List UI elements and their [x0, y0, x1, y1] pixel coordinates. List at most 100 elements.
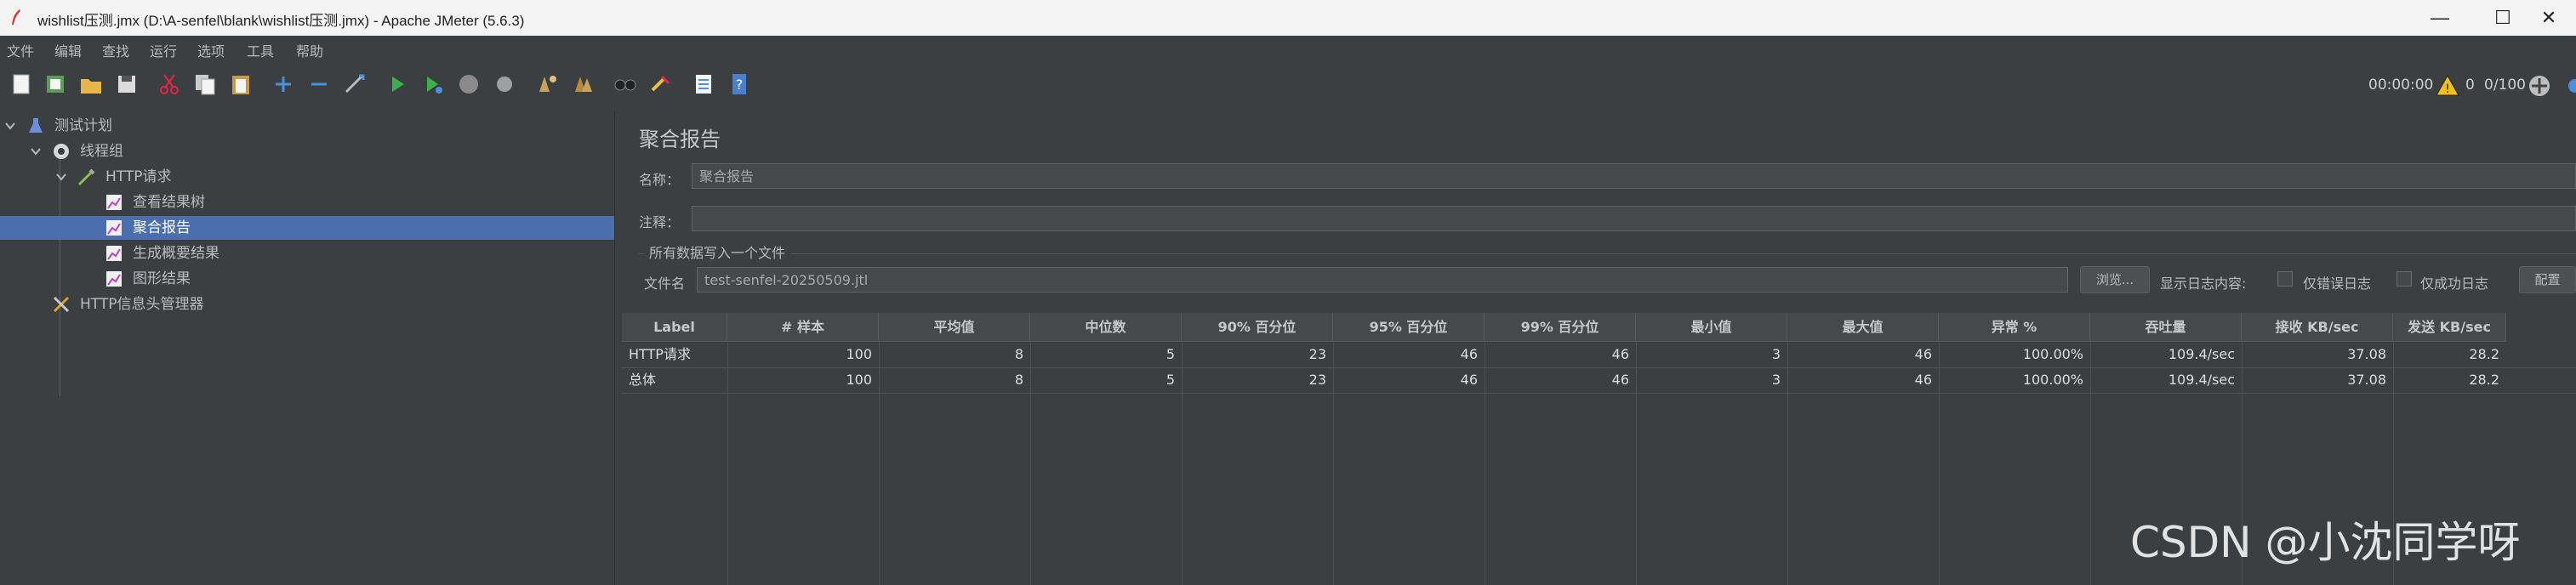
- table-cell[interactable]: 100.00%: [1939, 342, 2090, 367]
- collapse-icon[interactable]: [306, 71, 332, 97]
- filename-field[interactable]: test-senfel-20250509.jtl: [697, 267, 2068, 292]
- name-label: 名称：: [639, 172, 681, 188]
- help-icon[interactable]: ?: [727, 71, 752, 97]
- stop-icon[interactable]: [456, 71, 482, 97]
- table-cell[interactable]: 46: [1333, 367, 1485, 393]
- menu-edit[interactable]: 编辑: [54, 40, 82, 60]
- expand-icon[interactable]: [271, 71, 296, 97]
- tree-node-view-results-tree[interactable]: 查看结果树: [0, 190, 614, 214]
- tree-node-http-request[interactable]: HTTP请求: [0, 165, 614, 189]
- function-helper-icon[interactable]: [691, 71, 716, 97]
- search-icon[interactable]: [613, 71, 638, 97]
- tree-node-test-plan[interactable]: 测试计划: [0, 114, 614, 138]
- comment-label: 注释：: [639, 214, 681, 230]
- column-header[interactable]: 接收 KB/sec: [2242, 313, 2393, 342]
- column-header[interactable]: Label: [622, 313, 727, 342]
- table-cell[interactable]: 总体: [622, 367, 727, 393]
- comment-field[interactable]: [692, 206, 2576, 231]
- column-header[interactable]: 异常 %: [1939, 313, 2090, 342]
- success-only-label: 仅成功日志: [2420, 275, 2489, 292]
- table-cell[interactable]: HTTP请求: [622, 342, 727, 367]
- column-header[interactable]: 平均值: [879, 313, 1030, 342]
- remote-start-icon[interactable]: [2527, 73, 2552, 99]
- errors-only-label: 仅错误日志: [2303, 275, 2372, 292]
- save-icon[interactable]: [114, 71, 140, 97]
- tree-node-summary-report[interactable]: 生成概要结果: [0, 241, 614, 265]
- menu-help[interactable]: 帮助: [296, 40, 323, 60]
- name-field[interactable]: 聚合报告: [692, 163, 2576, 189]
- table-cell[interactable]: 109.4/sec: [2090, 367, 2242, 393]
- remote-status-icon: [2559, 73, 2576, 99]
- warning-icon[interactable]: !: [2435, 73, 2460, 99]
- column-header[interactable]: 95% 百分位: [1333, 313, 1485, 342]
- table-cell[interactable]: 100: [727, 342, 879, 367]
- menu-options[interactable]: 选项: [197, 40, 225, 60]
- chevron-down-icon[interactable]: [5, 121, 15, 131]
- column-header[interactable]: 90% 百分位: [1182, 313, 1333, 342]
- table-cell[interactable]: 5: [1030, 342, 1182, 367]
- menu-run[interactable]: 运行: [150, 40, 177, 60]
- menu-tools[interactable]: 工具: [247, 40, 274, 60]
- table-cell[interactable]: 46: [1333, 342, 1485, 367]
- watermark: CSDN @小沈同学呀: [2130, 518, 2521, 567]
- menu-search[interactable]: 查找: [102, 40, 129, 60]
- paste-icon[interactable]: [228, 71, 254, 97]
- success-only-checkbox[interactable]: [2396, 271, 2412, 287]
- clear-all-icon[interactable]: [570, 71, 596, 97]
- table-cell[interactable]: 100.00%: [1939, 367, 2090, 393]
- shutdown-icon[interactable]: [492, 71, 517, 97]
- elapsed-timer: 00:00:00: [2368, 77, 2434, 94]
- column-header[interactable]: 最大值: [1787, 313, 1939, 342]
- table-cell[interactable]: 46: [1787, 342, 1939, 367]
- toggle-icon[interactable]: [342, 71, 368, 97]
- close-button[interactable]: ✕: [2523, 3, 2574, 32]
- open-icon[interactable]: [78, 71, 104, 97]
- menu-file[interactable]: 文件: [7, 40, 34, 60]
- copy-icon[interactable]: [192, 71, 218, 97]
- start-icon[interactable]: [385, 71, 410, 97]
- column-header[interactable]: 99% 百分位: [1485, 313, 1636, 342]
- table-cell[interactable]: 28.2: [2393, 367, 2506, 393]
- maximize-button[interactable]: ☐: [2477, 3, 2528, 32]
- table-cell[interactable]: 37.08: [2242, 367, 2393, 393]
- table-cell[interactable]: 37.08: [2242, 342, 2393, 367]
- reset-search-icon[interactable]: [648, 71, 674, 97]
- column-header[interactable]: 吞吐量: [2090, 313, 2242, 342]
- minimize-button[interactable]: —: [2414, 3, 2465, 32]
- clear-icon[interactable]: [534, 71, 560, 97]
- configure-button[interactable]: 配置: [2519, 266, 2576, 293]
- column-header[interactable]: 最小值: [1636, 313, 1787, 342]
- cut-icon[interactable]: [157, 71, 182, 97]
- table-cell[interactable]: 23: [1182, 367, 1333, 393]
- tree-node-header-manager[interactable]: HTTP信息头管理器: [0, 292, 614, 316]
- chevron-down-icon[interactable]: [31, 146, 41, 156]
- svg-text:?: ?: [736, 77, 744, 93]
- table-cell[interactable]: 46: [1485, 367, 1636, 393]
- column-header[interactable]: # 样本: [727, 313, 879, 342]
- chart-listener-icon: [106, 246, 122, 261]
- active-threads: 0/100: [2484, 77, 2526, 94]
- templates-icon[interactable]: [43, 71, 68, 97]
- table-cell[interactable]: 109.4/sec: [2090, 342, 2242, 367]
- table-cell[interactable]: 23: [1182, 342, 1333, 367]
- new-icon[interactable]: [9, 71, 34, 97]
- tree-node-graph-results[interactable]: 图形结果: [0, 267, 614, 291]
- table-cell[interactable]: 5: [1030, 367, 1182, 393]
- table-cell[interactable]: 46: [1485, 342, 1636, 367]
- table-cell[interactable]: 28.2: [2393, 342, 2506, 367]
- start-no-pause-icon[interactable]: [420, 71, 446, 97]
- table-cell[interactable]: 8: [879, 342, 1030, 367]
- errors-only-checkbox[interactable]: [2277, 271, 2293, 287]
- browse-button[interactable]: 浏览...: [2080, 266, 2150, 293]
- table-cell[interactable]: 8: [879, 367, 1030, 393]
- column-header[interactable]: 中位数: [1030, 313, 1182, 342]
- table-cell[interactable]: 3: [1636, 342, 1787, 367]
- column-header[interactable]: 发送 KB/sec: [2393, 313, 2506, 342]
- toolbar: ? 00:00:00 ! 0 0/100: [0, 60, 2576, 111]
- tree-node-thread-group[interactable]: 线程组: [0, 139, 614, 163]
- tree-node-aggregate-report[interactable]: 聚合报告: [0, 216, 614, 240]
- chevron-down-icon[interactable]: [56, 172, 66, 182]
- table-cell[interactable]: 100: [727, 367, 879, 393]
- table-cell[interactable]: 46: [1787, 367, 1939, 393]
- table-cell[interactable]: 3: [1636, 367, 1787, 393]
